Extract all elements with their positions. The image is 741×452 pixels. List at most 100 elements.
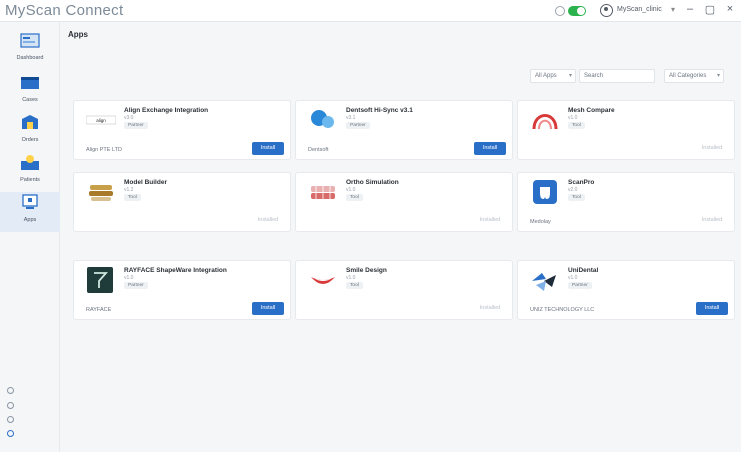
app-name: Align Exchange Integration (124, 107, 209, 114)
apps-filter-select[interactable]: All Apps ▾ (530, 69, 576, 83)
app-name: RAYFACE ShapeWare Integration (124, 267, 227, 274)
scanpro-logo (533, 180, 557, 204)
app-tag: Tool (568, 194, 585, 201)
install-button[interactable]: Install (696, 302, 728, 315)
app-card-rayface[interactable]: RAYFACE ShapeWare Integration v1.0 Partn… (73, 260, 291, 320)
sidebar-item-label: Apps (23, 217, 37, 223)
chevron-down-icon: ▾ (568, 73, 572, 79)
app-card-align[interactable]: align Align Exchange Integration v3.0 Pa… (73, 100, 291, 160)
sidebar-item-apps[interactable]: Apps (0, 192, 60, 232)
installed-label: Installed (479, 305, 501, 311)
app-version: v3.1 (346, 115, 356, 121)
app-tag: Partner (346, 122, 370, 129)
app-card-mesh-compare[interactable]: Mesh Compare v1.0 Tool Installed (517, 100, 735, 160)
app-version: v1.0 (346, 275, 356, 281)
rayface-logo (87, 267, 113, 293)
app-tag: Partner (124, 122, 148, 129)
dashboard-icon (20, 33, 40, 48)
connection-icon[interactable] (555, 6, 565, 16)
app-vendor: Medolay (530, 219, 551, 225)
help-icon[interactable] (7, 402, 14, 409)
page-title: Apps (68, 30, 88, 39)
app-vendor: RAYFACE (86, 307, 112, 313)
app-card-ortho-simulation[interactable]: Ortho Simulation v1.0 Tool Installed (295, 172, 513, 232)
app-name: Dentsoft Hi-Sync v3.1 (346, 107, 413, 114)
sidebar-item-cases[interactable]: Cases (0, 72, 60, 112)
app-name: Smile Design (346, 267, 387, 274)
minimize-button[interactable]: – (683, 3, 697, 15)
app-tag: Tool (346, 194, 363, 201)
model-builder-logo (89, 185, 113, 201)
app-card-dentsoft[interactable]: Dentsoft Hi-Sync v3.1 v3.1 Partner Dents… (295, 100, 513, 160)
sidebar-item-label: Orders (21, 137, 39, 143)
sidebar-item-patients[interactable]: Patients (0, 152, 60, 192)
app-vendor: UNIZ TECHNOLOGY LLC (530, 307, 595, 313)
sidebar-item-label: Dashboard (16, 55, 44, 61)
info-icon[interactable] (7, 416, 14, 423)
search-placeholder: Search (584, 73, 604, 79)
mesh-compare-logo (532, 114, 558, 130)
settings-icon[interactable] (7, 387, 14, 394)
main-content: Apps All Apps ▾ Search All Categories ▾ … (60, 22, 741, 452)
categories-filter-value: All Categories (669, 73, 707, 79)
chevron-down-icon: ▾ (716, 73, 720, 79)
installed-label: Installed (701, 145, 723, 151)
installed-label: Installed (479, 217, 501, 223)
app-title: MyScan Connect (5, 2, 124, 19)
sidebar-item-orders[interactable]: Orders (0, 112, 60, 152)
app-tag: Partner (124, 282, 148, 289)
sidebar-item-dashboard[interactable]: Dashboard (0, 30, 60, 70)
user-icon[interactable] (600, 4, 613, 17)
unidental-logo (532, 273, 556, 291)
app-version: v1.0 (346, 187, 356, 193)
installed-label: Installed (257, 217, 279, 223)
categories-filter-select[interactable]: All Categories ▾ (664, 69, 724, 83)
app-version: v1.0 (568, 275, 578, 281)
align-logo: align (86, 115, 116, 125)
sidebar-item-label: Patients (20, 177, 40, 183)
app-name: Model Builder (124, 179, 167, 186)
patients-icon (21, 155, 39, 170)
user-name[interactable]: MyScan_clinic (617, 6, 662, 13)
app-tag: Tool (124, 194, 141, 201)
app-name: ScanPro (568, 179, 595, 186)
search-input[interactable]: Search (579, 69, 655, 83)
app-vendor: Align PTE LTD (86, 147, 122, 153)
app-card-unidental[interactable]: UniDental v1.0 Partner UNIZ TECHNOLOGY L… (517, 260, 735, 320)
title-bar: MyScan Connect MyScan_clinic ▾ – ▢ × (0, 0, 741, 22)
install-button[interactable]: Install (252, 142, 284, 155)
maximize-button[interactable]: ▢ (703, 3, 717, 16)
app-name: UniDental (568, 267, 599, 274)
install-button[interactable]: Install (474, 142, 506, 155)
dentsoft-logo (311, 110, 334, 128)
app-version: v2.0 (568, 187, 578, 193)
connection-toggle[interactable] (568, 6, 586, 16)
app-version: v1.0 (568, 115, 578, 121)
sidebar-item-label: Cases (22, 97, 38, 103)
installed-label: Installed (701, 217, 723, 223)
cases-icon (21, 77, 39, 89)
app-name: Ortho Simulation (346, 179, 399, 186)
app-vendor: Dentsoft (308, 147, 329, 153)
support-icon[interactable] (7, 430, 14, 437)
app-tag: Tool (346, 282, 363, 289)
smile-design-logo (311, 277, 335, 284)
close-button[interactable]: × (723, 3, 737, 15)
app-tag: Partner (568, 282, 592, 289)
chevron-down-icon[interactable]: ▾ (671, 5, 675, 14)
app-name: Mesh Compare (568, 107, 615, 114)
apps-filter-value: All Apps (535, 73, 557, 79)
app-version: v3.0 (124, 115, 134, 121)
app-version: v1.0 (124, 275, 134, 281)
ortho-simulation-logo (311, 186, 335, 199)
sidebar: Dashboard Cases Orders Patients Apps (0, 22, 60, 452)
app-card-smile-design[interactable]: Smile Design v1.0 Tool Installed (295, 260, 513, 320)
app-card-scanpro[interactable]: ScanPro v2.0 Tool Medolay Installed (517, 172, 735, 232)
app-card-model-builder[interactable]: Model Builder v1.2 Tool Installed (73, 172, 291, 232)
install-button[interactable]: Install (252, 302, 284, 315)
app-version: v1.2 (124, 187, 134, 193)
svg-text:align: align (96, 118, 106, 123)
app-tag: Tool (568, 122, 585, 129)
orders-icon (22, 115, 38, 129)
apps-icon (22, 194, 38, 209)
